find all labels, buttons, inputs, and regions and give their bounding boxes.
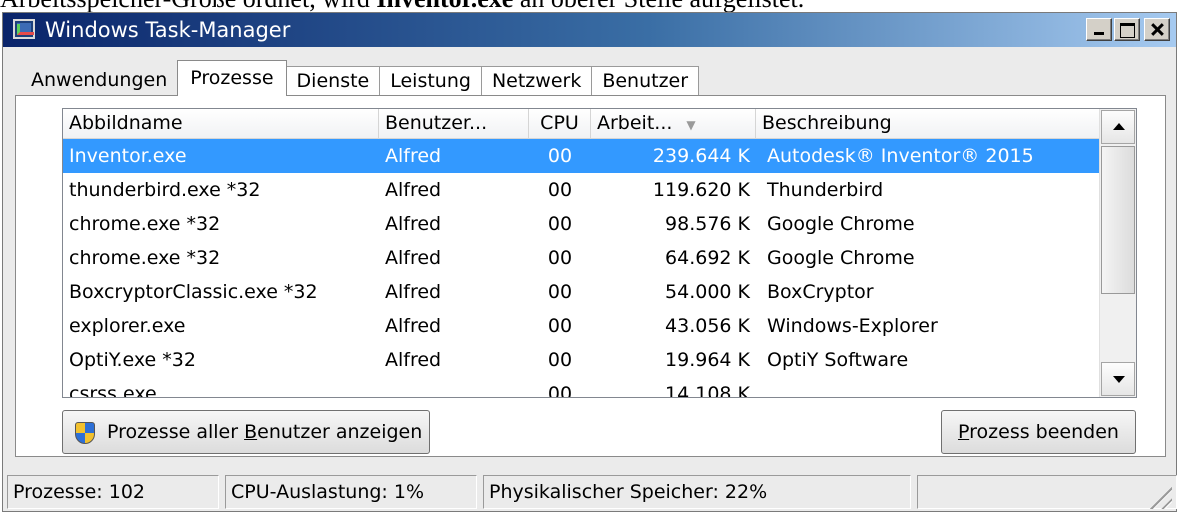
cell-name: OptiY.exe *32 (69, 349, 196, 371)
cell-name: chrome.exe *32 (69, 213, 221, 235)
cell-cpu: 00 (547, 247, 573, 269)
status-cpu-usage: CPU-Auslastung: 1% (225, 475, 477, 509)
status-process-count: Prozesse: 102 (7, 475, 219, 509)
window-title: Windows Task-Manager (45, 18, 291, 42)
cell-user: Alfred (385, 213, 442, 235)
scroll-up-icon[interactable] (1101, 110, 1135, 144)
table-row[interactable]: BoxcryptorClassic.exe *32 Alfred 00 54.0… (63, 275, 1100, 309)
cell-description: Google Chrome (767, 213, 915, 235)
show-all-accesskey: B (244, 421, 258, 443)
cell-memory: 43.056 K (665, 315, 750, 337)
cell-description: OptiY Software (767, 349, 909, 371)
cell-memory: 54.000 K (665, 281, 750, 303)
cell-name: chrome.exe *32 (69, 247, 221, 269)
tab-dienste[interactable]: Dienste (285, 66, 381, 96)
cell-cpu: 00 (547, 213, 573, 235)
cell-name: thunderbird.exe *32 (69, 179, 261, 201)
scroll-thumb[interactable] (1101, 146, 1135, 294)
cell-description: Google Chrome (767, 247, 915, 269)
column-header-name[interactable]: Abbildname (63, 109, 379, 139)
window-controls (1086, 18, 1170, 41)
list-rows: Inventor.exe Alfred 00 239.644 K Autodes… (63, 139, 1100, 398)
table-row[interactable]: thunderbird.exe *32 Alfred 00 119.620 K … (63, 173, 1100, 207)
column-header-cpu[interactable]: CPU (529, 109, 591, 139)
process-list[interactable]: Abbildname Benutzer... CPU Arbeit... ▼ Be… (62, 108, 1137, 398)
cell-name: explorer.exe (69, 315, 186, 337)
column-header-user[interactable]: Benutzer... (379, 109, 529, 139)
cell-name: Inventor.exe (69, 145, 187, 167)
tab-leistung[interactable]: Leistung (379, 66, 482, 96)
cell-name: BoxcryptorClassic.exe *32 (69, 281, 318, 303)
table-row[interactable]: Inventor.exe Alfred 00 239.644 K Autodes… (63, 139, 1100, 173)
caption-text-end: an oberer Stelle aufgelistet. (513, 0, 804, 12)
maximize-icon[interactable] (1114, 18, 1140, 41)
status-memory-usage: Physikalischer Speicher: 22% (483, 475, 911, 509)
cell-memory: 19.964 K (665, 349, 750, 371)
cell-user: Alfred (385, 349, 442, 371)
end-process-accesskey: P (958, 421, 970, 443)
table-row[interactable]: OptiY.exe *32 Alfred 00 19.964 K OptiY S… (63, 343, 1100, 377)
show-all-label-start: Prozesse aller (107, 421, 245, 443)
table-row[interactable]: chrome.exe *32 Alfred 00 64.692 K Google… (63, 241, 1100, 275)
cell-cpu: 00 (547, 145, 573, 167)
table-row[interactable]: csrss.exe 00 14.108 K (63, 377, 1100, 398)
table-row[interactable]: explorer.exe Alfred 00 43.056 K Windows-… (63, 309, 1100, 343)
column-header-description[interactable]: Beschreibung (756, 109, 1100, 139)
title-bar[interactable]: Windows Task-Manager (3, 13, 1176, 47)
cell-cpu: 00 (547, 383, 573, 398)
status-bar: Prozesse: 102 CPU-Auslastung: 1% Physika… (3, 467, 1177, 512)
cell-description: Windows-Explorer (767, 315, 938, 337)
vertical-scrollbar[interactable] (1099, 109, 1136, 397)
tab-strip: Anwendungen Prozesse Dienste Leistung Ne… (21, 60, 700, 96)
column-header-memory-label: Arbeit... (597, 112, 673, 134)
processes-panel: Abbildname Benutzer... CPU Arbeit... ▼ Be… (15, 95, 1166, 457)
cell-cpu: 00 (547, 281, 573, 303)
cell-memory: 14.108 K (665, 383, 750, 398)
cell-memory: 98.576 K (665, 213, 750, 235)
cell-description: Thunderbird (767, 179, 884, 201)
end-process-label: rozess beenden (969, 421, 1119, 443)
show-all-label-end: enutzer anzeigen (257, 421, 423, 443)
cell-cpu: 00 (547, 349, 573, 371)
close-icon[interactable] (1144, 18, 1170, 41)
sort-down-icon: ▼ (686, 118, 696, 132)
status-empty-pane (917, 475, 1177, 509)
task-manager-window: Windows Task-Manager Anwendungen Prozess… (2, 12, 1177, 512)
list-header: Abbildname Benutzer... CPU Arbeit... ▼ Be… (63, 109, 1100, 139)
tab-prozesse[interactable]: Prozesse (177, 60, 287, 96)
minimize-icon[interactable] (1086, 18, 1112, 41)
column-header-memory[interactable]: Arbeit... ▼ (591, 109, 756, 139)
show-all-users-button[interactable]: Prozesse aller Benutzer anzeigen (62, 410, 430, 454)
app-icon[interactable] (13, 19, 35, 39)
cell-user: Alfred (385, 145, 442, 167)
cell-description: Autodesk® Inventor® 2015 (767, 145, 1034, 167)
document-caption: Arbeitsspeicher-Größe ordnet, wird Inven… (0, 0, 1177, 12)
cell-memory: 64.692 K (665, 247, 750, 269)
cell-user: Alfred (385, 247, 442, 269)
cell-cpu: 00 (547, 179, 573, 201)
cell-user: Alfred (385, 281, 442, 303)
table-row[interactable]: chrome.exe *32 Alfred 00 98.576 K Google… (63, 207, 1100, 241)
caption-bold-text: Inventor.exe (376, 0, 513, 12)
tab-benutzer[interactable]: Benutzer (591, 66, 700, 96)
cell-description: BoxCryptor (767, 281, 874, 303)
uac-shield-icon (75, 422, 95, 444)
cell-memory: 239.644 K (652, 145, 750, 167)
cell-name: csrss.exe (69, 383, 157, 398)
scroll-down-icon[interactable] (1101, 362, 1135, 396)
caption-text: Arbeitsspeicher-Größe ordnet, wird (0, 0, 376, 12)
cell-memory: 119.620 K (652, 179, 750, 201)
cell-cpu: 00 (547, 315, 573, 337)
cell-user: Alfred (385, 179, 442, 201)
tab-anwendungen[interactable]: Anwendungen (21, 66, 179, 96)
end-process-button[interactable]: Prozess beenden (941, 410, 1136, 454)
cell-user: Alfred (385, 315, 442, 337)
tab-netzwerk[interactable]: Netzwerk (480, 66, 593, 96)
